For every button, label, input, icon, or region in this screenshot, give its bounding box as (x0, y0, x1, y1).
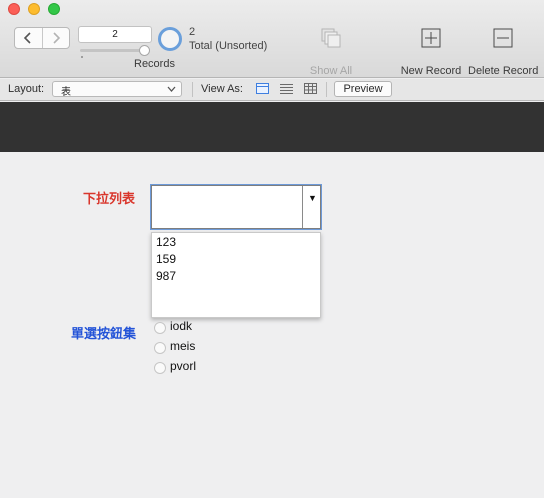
dropdown-option[interactable]: 123 (156, 235, 176, 249)
new-record-label: New Record (400, 65, 462, 77)
layout-header-band (0, 102, 544, 152)
next-record-button[interactable] (41, 28, 70, 48)
show-all-button[interactable]: Show All (308, 27, 354, 77)
chevron-down-icon (167, 86, 176, 92)
record-navigation (14, 27, 70, 49)
slider-tick (81, 56, 83, 58)
layout-bar: Layout: 表 View As: Preview (0, 79, 544, 101)
dropdown-option[interactable]: 159 (156, 252, 176, 266)
new-record-button[interactable]: New Record (400, 27, 462, 77)
radio-button-iodk[interactable] (154, 322, 166, 334)
radio-button-pvorl[interactable] (154, 362, 166, 374)
records-label: Records (134, 58, 175, 70)
zoom-window-button[interactable] (48, 3, 60, 15)
layout-label: Layout: (8, 83, 45, 95)
record-slider-knob[interactable] (139, 45, 150, 56)
minus-square-icon (493, 28, 513, 48)
radio-label[interactable]: iodk (170, 319, 192, 333)
found-count: 2 (189, 26, 196, 38)
dropdown-option[interactable]: 987 (156, 269, 176, 283)
close-window-button[interactable] (8, 3, 20, 15)
current-record-field[interactable]: 2 (78, 26, 152, 43)
radio-set-label: 單選按鈕集 (71, 326, 137, 341)
found-set-pie-icon (158, 27, 182, 51)
toolbar: 2 Records 2 Total (Unsorted) Show All Ne… (0, 0, 544, 78)
chevron-right-icon (53, 32, 60, 44)
view-as-label: View As: (201, 83, 243, 95)
minimize-window-button[interactable] (28, 3, 40, 15)
table-view-icon[interactable] (304, 83, 317, 94)
preview-button[interactable]: Preview (334, 81, 392, 97)
radio-button-meis[interactable] (154, 342, 166, 354)
plus-square-icon (421, 28, 441, 48)
dropdown-list: 123 159 987 (151, 232, 321, 318)
previous-record-button[interactable] (15, 28, 42, 48)
layout-select[interactable]: 表 (52, 81, 182, 98)
radio-label[interactable]: pvorl (170, 359, 196, 373)
chevron-left-icon (24, 32, 31, 44)
delete-record-button[interactable]: Delete Record (468, 27, 538, 77)
show-all-label: Show All (309, 65, 353, 77)
list-view-icon[interactable] (280, 83, 293, 94)
form-view-icon[interactable] (256, 83, 269, 94)
dropdown-field-label: 下拉列表 (83, 191, 136, 206)
dropdown-arrow-icon[interactable]: ▼ (308, 193, 317, 203)
layout-select-value: 表 (61, 87, 71, 98)
show-all-icon (321, 28, 341, 48)
divider (192, 82, 193, 97)
divider (326, 82, 327, 97)
dropdown-divider (302, 186, 303, 228)
dropdown-field[interactable]: ▼ (151, 185, 321, 229)
total-label: Total (Unsorted) (189, 40, 268, 52)
delete-record-label: Delete Record (468, 65, 539, 77)
radio-label[interactable]: meis (170, 339, 195, 353)
